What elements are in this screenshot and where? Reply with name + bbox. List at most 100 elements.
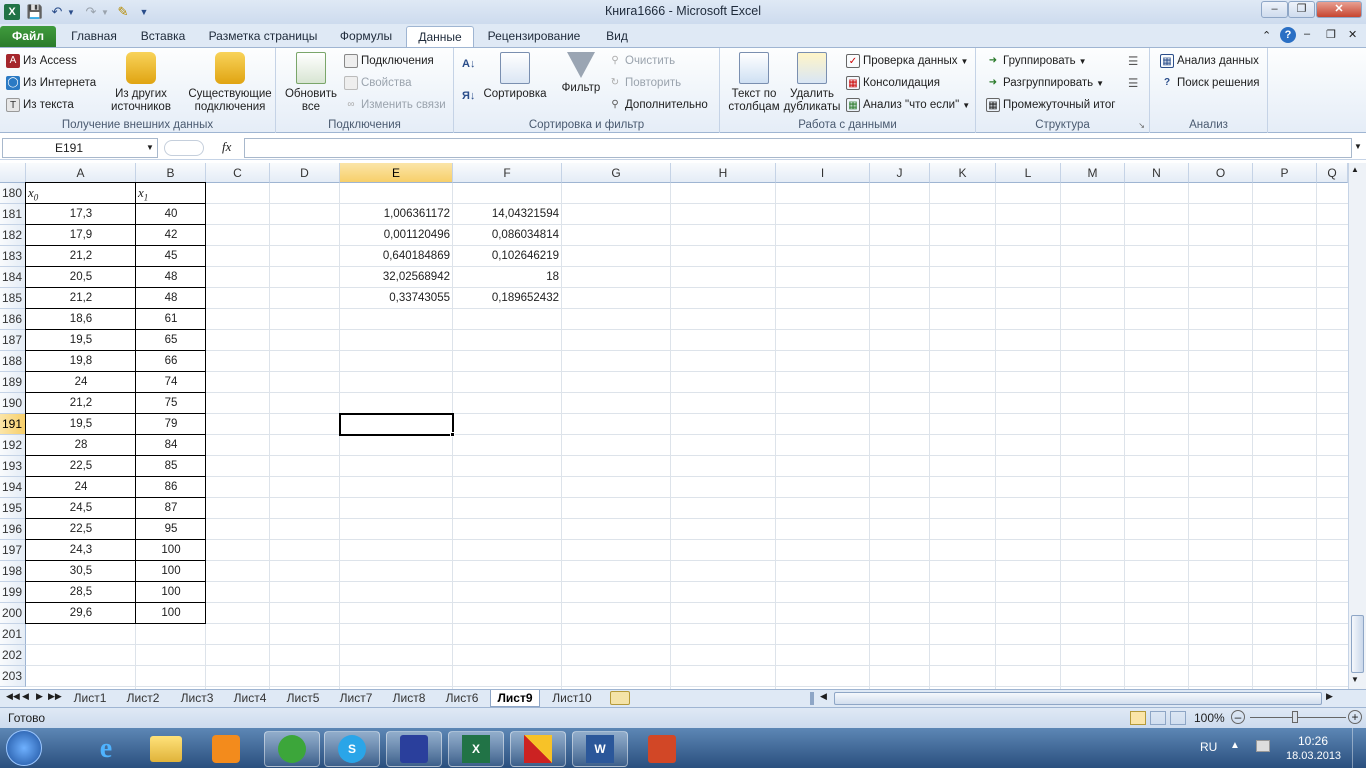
column-header-p[interactable]: P	[1253, 163, 1317, 183]
dialog-launcher-icon[interactable]: ↘	[1138, 121, 1145, 130]
tab-data[interactable]: Данные	[406, 26, 474, 48]
column-header-d[interactable]: D	[270, 163, 340, 183]
minimize-button[interactable]: –	[1261, 1, 1288, 18]
column-header-n[interactable]: N	[1125, 163, 1189, 183]
cell-f[interactable]: 0,189652432	[453, 288, 562, 309]
taskbar-explorer-icon[interactable]	[138, 731, 194, 767]
from-web-button[interactable]: ◯ Из Интернета	[6, 76, 96, 90]
scroll-down-icon[interactable]: ▼	[1351, 675, 1359, 684]
row-header-193[interactable]: 193	[0, 456, 26, 477]
row-header-202[interactable]: 202	[0, 645, 26, 666]
cell-e[interactable]: 0,001120496	[340, 225, 453, 246]
insert-sheet-icon[interactable]	[610, 691, 630, 705]
row-header-191[interactable]: 191	[0, 414, 26, 435]
clear-button[interactable]: ⚲ Очистить	[608, 54, 675, 68]
cell-f[interactable]: 0,086034814	[453, 225, 562, 246]
advanced-button[interactable]: ⚲ Дополнительно	[608, 98, 707, 112]
tray-network-icon[interactable]	[1256, 740, 1270, 752]
from-text-button[interactable]: T Из текста	[6, 98, 74, 112]
sheet-tab[interactable]: Лист4	[226, 690, 274, 707]
cell-e[interactable]: 32,02568942	[340, 267, 453, 288]
help-icon[interactable]: ?	[1280, 27, 1296, 43]
what-if-button[interactable]: ▦ Анализ "что если" ▼	[846, 98, 970, 112]
taskbar-word-icon[interactable]: W	[572, 731, 628, 767]
active-cell[interactable]	[339, 413, 454, 436]
from-other-sources-button[interactable]: Из других источников	[104, 52, 178, 114]
remove-duplicates-button[interactable]: Удалить дубликаты	[782, 52, 842, 114]
doc-restore-icon[interactable]: ❐	[1326, 28, 1336, 41]
taskbar-media-player-icon[interactable]	[198, 731, 254, 767]
row-header-189[interactable]: 189	[0, 372, 26, 393]
show-desktop-button[interactable]	[1352, 728, 1366, 768]
row-header-195[interactable]: 195	[0, 498, 26, 519]
column-header-i[interactable]: I	[776, 163, 870, 183]
tab-formulas[interactable]: Формулы	[332, 26, 400, 48]
taskbar-skype-icon[interactable]: S	[324, 731, 380, 767]
scroll-thumb[interactable]	[1351, 615, 1364, 673]
sheet-tab[interactable]: Лист8	[384, 690, 434, 707]
row-header-198[interactable]: 198	[0, 561, 26, 582]
row-header-181[interactable]: 181	[0, 204, 26, 225]
page-layout-view-icon[interactable]	[1150, 711, 1166, 725]
cell-f[interactable]: 18	[453, 267, 562, 288]
taskbar-save-app-icon[interactable]	[386, 731, 442, 767]
sort-button[interactable]: Сортировка	[482, 52, 548, 101]
ungroup-button[interactable]: ➜ Разгруппировать ▼	[986, 76, 1104, 90]
insert-function-button[interactable]: fx	[222, 139, 231, 155]
scroll-right-icon[interactable]: ▶	[1326, 691, 1333, 702]
properties-button[interactable]: Свойства	[344, 76, 412, 90]
doc-minimize-icon[interactable]: –	[1304, 28, 1310, 40]
column-header-q[interactable]: Q	[1317, 163, 1348, 183]
restore-button[interactable]: ❐	[1288, 1, 1315, 18]
taskbar-ie-icon[interactable]: e	[78, 731, 134, 767]
row-header-197[interactable]: 197	[0, 540, 26, 561]
tab-split-handle[interactable]	[810, 692, 814, 705]
worksheet-grid[interactable]: A B C D E F G H I J K L M N O P Q 180 181 182 183 184 185 186 18…	[0, 163, 1348, 689]
cell-e[interactable]: 1,006361172	[340, 204, 453, 225]
zoom-out-icon[interactable]: –	[1231, 710, 1245, 724]
data-validation-button[interactable]: ✓ Проверка данных ▼	[846, 54, 968, 68]
normal-view-icon[interactable]	[1130, 711, 1146, 725]
sheet-tab[interactable]: Лист1	[66, 690, 114, 707]
sheet-tab[interactable]: Лист3	[172, 690, 222, 707]
zoom-slider[interactable]	[1250, 717, 1346, 718]
column-header-j[interactable]: J	[870, 163, 930, 183]
start-button[interactable]	[6, 730, 42, 766]
zoom-in-icon[interactable]: +	[1348, 710, 1362, 724]
vertical-scrollbar[interactable]: ▲ ▼	[1348, 163, 1366, 689]
tray-clock-time[interactable]: 10:26	[1298, 734, 1328, 748]
formula-input[interactable]	[244, 138, 1352, 158]
tray-expand-icon[interactable]: ▲	[1230, 740, 1240, 751]
column-header-c[interactable]: C	[206, 163, 270, 183]
cell-f[interactable]: 14,04321594	[453, 204, 562, 225]
fill-handle[interactable]	[450, 432, 455, 437]
tab-file[interactable]: Файл	[0, 26, 56, 48]
data-analysis-button[interactable]: ▦ Анализ данных	[1160, 54, 1259, 68]
taskbar-excel-icon[interactable]: X	[448, 731, 504, 767]
tab-page-layout[interactable]: Разметка страницы	[200, 26, 326, 48]
expand-formula-bar-icon[interactable]: ▼	[1354, 142, 1362, 151]
row-header-185[interactable]: 185	[0, 288, 26, 309]
namebox-dropdown-icon[interactable]: ▼	[146, 143, 154, 152]
row-header-180[interactable]: 180	[0, 183, 26, 204]
formula-bar-grip[interactable]	[164, 140, 204, 156]
row-header-186[interactable]: 186	[0, 309, 26, 330]
row-header-200[interactable]: 200	[0, 603, 26, 624]
doc-close-icon[interactable]: ✕	[1348, 28, 1357, 41]
row-header-187[interactable]: 187	[0, 330, 26, 351]
show-detail-icon[interactable]: ☰	[1128, 54, 1138, 68]
text-to-columns-button[interactable]: Текст по столбцам	[724, 52, 784, 114]
reapply-button[interactable]: ↻ Повторить	[608, 76, 681, 90]
collapse-ribbon-icon[interactable]: ⌃	[1262, 29, 1271, 42]
row-header-196[interactable]: 196	[0, 519, 26, 540]
from-access-button[interactable]: A Из Access	[6, 54, 77, 68]
connections-button[interactable]: Подключения	[344, 54, 434, 68]
column-header-b[interactable]: B	[136, 163, 206, 183]
column-header-l[interactable]: L	[996, 163, 1061, 183]
tray-language[interactable]: RU	[1200, 740, 1217, 754]
sheet-tab[interactable]: Лист6	[438, 690, 486, 707]
tab-home[interactable]: Главная	[62, 26, 126, 48]
taskbar-utorrent-icon[interactable]	[264, 731, 320, 767]
prev-sheet-icon[interactable]: ◀	[22, 691, 29, 702]
sort-za-button[interactable]: Я↓	[462, 90, 475, 102]
